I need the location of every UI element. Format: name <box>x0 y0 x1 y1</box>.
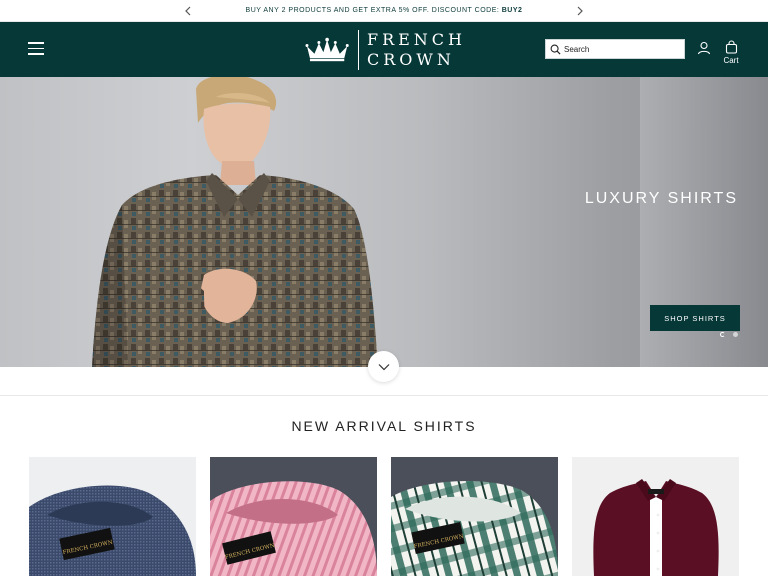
user-icon <box>697 41 711 55</box>
crown-icon <box>305 37 349 62</box>
product-card[interactable]: FRENCH CROWN <box>210 457 377 576</box>
section-divider <box>0 395 768 396</box>
chevron-down-icon <box>378 363 389 370</box>
shopping-bag-icon <box>725 40 737 54</box>
logo-divider <box>358 30 359 70</box>
discount-code: BUY2 <box>501 7 523 14</box>
slider-dot-2[interactable] <box>733 332 738 337</box>
announcement-prev-button[interactable] <box>180 3 196 19</box>
product-image: FRENCH CROWN <box>210 457 377 576</box>
chevron-left-icon <box>185 6 191 16</box>
shop-shirts-button[interactable]: SHOP SHIRTS <box>650 305 740 331</box>
brand-line-2: CROWN <box>366 50 455 69</box>
menu-button[interactable] <box>28 42 44 56</box>
menu-icon-line <box>28 47 44 49</box>
site-header: FRENCH CROWN Cart <box>0 22 768 77</box>
product-image: FRENCH CROWN <box>391 457 558 576</box>
product-card[interactable]: FRENCH CROWN <box>391 457 558 576</box>
cart-button[interactable]: Cart <box>720 40 742 70</box>
scroll-down-button[interactable] <box>368 351 399 382</box>
product-image <box>572 457 739 576</box>
cart-label: Cart <box>723 56 739 65</box>
hero-banner: LUXURY SHIRTS SHOP SHIRTS <box>0 77 768 367</box>
slider-dots <box>720 332 738 337</box>
brand-line-1: FRENCH <box>366 30 466 49</box>
product-grid: FRENCH CROWN FRENCH CROWN FRENCH CROWN <box>29 457 739 576</box>
chevron-right-icon <box>577 6 583 16</box>
search-box[interactable] <box>545 39 685 59</box>
search-icon <box>550 44 561 55</box>
menu-icon-line <box>28 53 44 55</box>
hero-model-image <box>92 77 378 367</box>
product-card[interactable]: FRENCH CROWN <box>29 457 196 576</box>
product-card[interactable] <box>572 457 739 576</box>
hero-title: LUXURY SHIRTS <box>584 190 738 207</box>
announcement-message: BUY ANY 2 PRODUCTS AND GET EXTRA 5% OFF.… <box>246 7 523 14</box>
menu-icon-line <box>28 42 44 44</box>
slider-dot-1[interactable] <box>720 332 725 337</box>
announcement-next-button[interactable] <box>572 3 588 19</box>
brand-logo[interactable]: FRENCH CROWN <box>304 28 466 72</box>
announcement-text: BUY ANY 2 PRODUCTS AND GET EXTRA 5% OFF.… <box>245 7 502 14</box>
announcement-bar: BUY ANY 2 PRODUCTS AND GET EXTRA 5% OFF.… <box>0 0 768 22</box>
account-button[interactable] <box>697 41 711 55</box>
brand-wordmark: FRENCH CROWN <box>367 30 466 70</box>
product-image: FRENCH CROWN <box>29 457 196 576</box>
new-arrivals-title: NEW ARRIVAL SHIRTS <box>291 418 477 434</box>
search-input[interactable] <box>564 44 674 54</box>
